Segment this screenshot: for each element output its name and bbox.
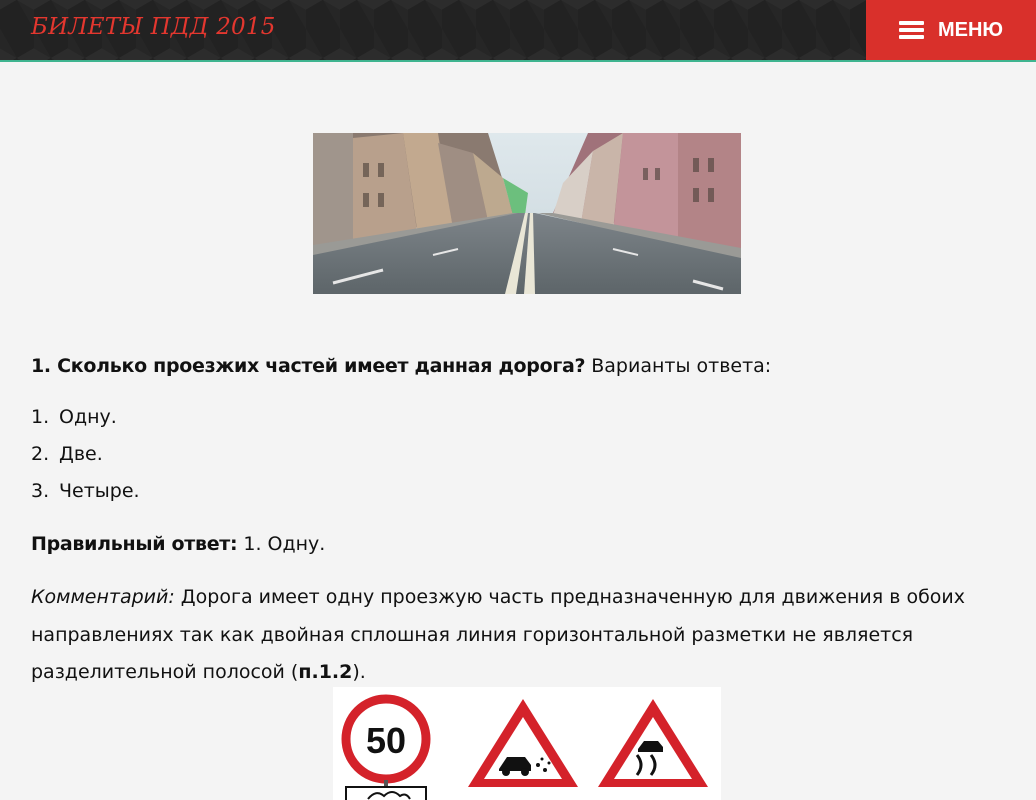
hamburger-icon	[898, 21, 924, 39]
answer-text: Четыре.	[59, 480, 140, 502]
options-prompt: Варианты ответа:	[585, 355, 772, 377]
menu-label: МЕНЮ	[937, 18, 1004, 41]
menu-button[interactable]: МЕНЮ	[866, 0, 1036, 60]
list-item: 3. Четыре.	[31, 478, 140, 515]
list-item: 1. Одну.	[31, 404, 140, 441]
correct-answer-label: Правильный ответ:	[31, 533, 238, 555]
comment-end: ).	[352, 661, 366, 683]
list-item: 2. Две.	[31, 441, 140, 478]
comment-label: Комментарий:	[31, 586, 175, 608]
site-header: БИЛЕТЫ ПДД 2015 МЕНЮ	[0, 0, 1036, 62]
answer-text: Одну.	[59, 406, 117, 428]
question-text: 1. Сколько проезжих частей имеет данная …	[31, 353, 771, 379]
comment-paragraph: Комментарий: Дорога имеет одну проезжую …	[31, 579, 991, 692]
correct-answer-value: 1. Одну.	[237, 533, 326, 555]
rule-reference: п.1.2	[298, 661, 353, 683]
speed-limit-value: 50	[366, 720, 406, 761]
road-photo	[313, 133, 741, 294]
gravel-ejection-sign-icon	[468, 699, 578, 787]
correct-answer: Правильный ответ: 1. Одну.	[31, 531, 325, 557]
answer-list: 1. Одну. 2. Две. 3. Четыре.	[31, 404, 140, 515]
answer-text: Две.	[59, 443, 103, 465]
answer-number: 1.	[31, 406, 50, 428]
site-title-link[interactable]: БИЛЕТЫ ПДД 2015	[31, 14, 276, 40]
road-signs-image: 50	[333, 687, 721, 800]
answer-number: 3.	[31, 480, 50, 502]
question-title: 1. Сколько проезжих частей имеет данная …	[31, 355, 586, 377]
slippery-road-sign-icon	[598, 699, 708, 787]
answer-number: 2.	[31, 443, 50, 465]
speed-limit-sign-icon: 50	[341, 694, 431, 800]
